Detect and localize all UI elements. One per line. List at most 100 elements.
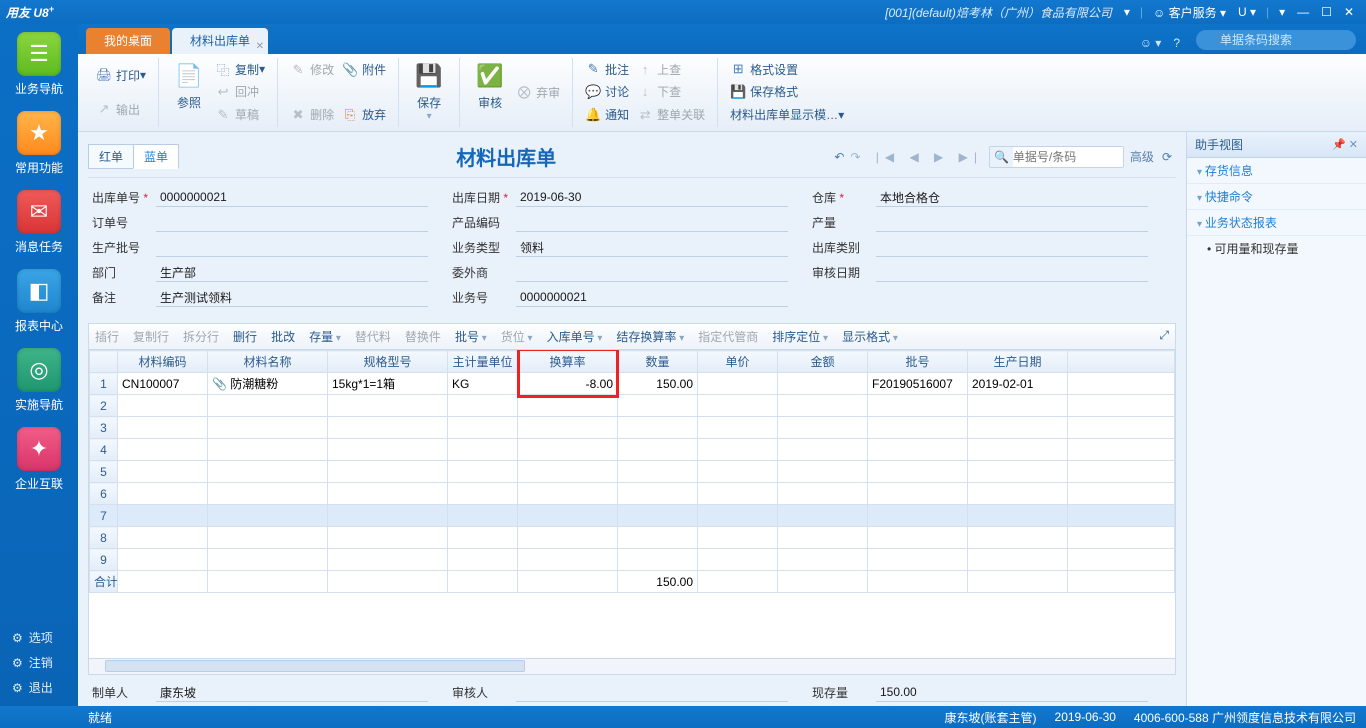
lookup-down-button[interactable]: ↓下查 bbox=[633, 81, 709, 102]
table-row[interactable]: 2 bbox=[90, 395, 1175, 417]
options-link[interactable]: 选项 bbox=[0, 625, 78, 650]
table-row[interactable]: 5 bbox=[90, 461, 1175, 483]
red-tab[interactable]: 红单 bbox=[88, 144, 134, 169]
draft-button[interactable]: ✎草稿 bbox=[211, 104, 269, 125]
abort-audit-button[interactable]: ⨂弃审 bbox=[512, 82, 564, 103]
tab-material-out[interactable]: 材料出库单✕ bbox=[172, 28, 268, 54]
doc-search-input[interactable] bbox=[1013, 147, 1123, 167]
barcode-search[interactable] bbox=[1196, 30, 1356, 50]
print-button[interactable]: 🖨打印 ▾ bbox=[92, 65, 150, 86]
gb-altmat[interactable]: 替代料 bbox=[355, 328, 391, 345]
fld-wh[interactable] bbox=[876, 188, 1148, 207]
fld-maker[interactable] bbox=[156, 683, 428, 702]
fld-bizno[interactable] bbox=[516, 288, 788, 307]
tab-close-icon[interactable]: ✕ bbox=[256, 34, 264, 60]
fld-docdate[interactable] bbox=[516, 188, 788, 207]
grid[interactable]: 材料编码材料名称规格型号主计量单位换算率数量单价金额批号生产日期 1CN1000… bbox=[88, 349, 1176, 659]
gb-delrow[interactable]: 删行 bbox=[233, 328, 257, 345]
annotate-button[interactable]: ✎批注 bbox=[581, 59, 633, 80]
fld-biztype[interactable] bbox=[516, 238, 788, 257]
edit-button[interactable]: ✎修改 bbox=[286, 59, 338, 80]
fld-outtype[interactable] bbox=[876, 238, 1148, 257]
reverse-button[interactable]: ↩回冲 bbox=[211, 81, 269, 102]
table-row[interactable]: 3 bbox=[90, 417, 1175, 439]
table-row[interactable]: 1CN100007📎 防潮糖粉15kg*1=1箱KG-8.00150.00F20… bbox=[90, 373, 1175, 395]
gb-stock[interactable]: 存量 bbox=[309, 328, 341, 345]
attach-icon[interactable]: 📎 bbox=[212, 377, 227, 391]
discuss-button[interactable]: 💬讨论 bbox=[581, 81, 633, 102]
gb-sort[interactable]: 排序定位 bbox=[772, 328, 828, 345]
output-button[interactable]: ↗输出 bbox=[92, 99, 150, 120]
nav-buttons[interactable]: ↶↷ |◀ ◀ ▶ ▶| bbox=[834, 150, 983, 164]
logout-link[interactable]: 注销 bbox=[0, 650, 78, 675]
refresh-icon[interactable]: ⟳ bbox=[1158, 150, 1176, 164]
smile-icon[interactable]: ☺ ▾ bbox=[1140, 36, 1162, 50]
lookup-up-button[interactable]: ↑上查 bbox=[633, 59, 709, 80]
fld-qty[interactable] bbox=[876, 213, 1148, 232]
help-icon[interactable]: ? bbox=[1173, 36, 1180, 50]
save-format-button[interactable]: 💾保存格式 bbox=[726, 81, 848, 102]
abandon-button[interactable]: ⎘放弃 bbox=[338, 104, 390, 125]
pin-icon[interactable]: 📌 ✕ bbox=[1332, 138, 1358, 151]
gb-copyrow[interactable]: 复制行 bbox=[133, 328, 169, 345]
assist-item-avail[interactable]: • 可用量和现存量 bbox=[1187, 236, 1366, 261]
fld-docno[interactable] bbox=[156, 188, 428, 207]
link-rel-button[interactable]: ⇄整单关联 bbox=[633, 104, 709, 125]
notify-button[interactable]: 🔔通知 bbox=[581, 104, 633, 125]
close-icon[interactable]: ✕ bbox=[1338, 5, 1360, 19]
format-button[interactable]: ⊞格式设置 bbox=[726, 59, 848, 80]
customer-service[interactable]: ☺ 客户服务 ▾ bbox=[1147, 4, 1232, 21]
nav-impl[interactable]: ◎实施导航 bbox=[0, 340, 78, 419]
table-row[interactable]: 7 bbox=[90, 505, 1175, 527]
reference-button[interactable]: 📄参照 bbox=[167, 58, 211, 113]
gb-batchno[interactable]: 批号 bbox=[455, 328, 487, 345]
attach-button[interactable]: 📎附件 bbox=[338, 59, 390, 80]
gb-insert[interactable]: 插行 bbox=[95, 328, 119, 345]
nav-reports[interactable]: ◧报表中心 bbox=[0, 261, 78, 340]
display-template[interactable]: 材料出库单显示模… ▾ bbox=[726, 104, 848, 125]
gb-convrate[interactable]: 结存换算率 bbox=[616, 328, 684, 345]
table-row[interactable]: 8 bbox=[90, 527, 1175, 549]
fld-stock[interactable] bbox=[876, 683, 1148, 702]
u-menu[interactable]: U ▾ bbox=[1232, 5, 1262, 19]
company-dropdown[interactable]: ▾ bbox=[1118, 5, 1136, 19]
more-menu[interactable]: ▾ bbox=[1273, 5, 1291, 19]
h-scrollbar[interactable] bbox=[88, 659, 1176, 675]
fld-order[interactable] bbox=[156, 213, 428, 232]
fld-auditor[interactable] bbox=[516, 683, 788, 702]
fld-outsource[interactable] bbox=[516, 263, 788, 282]
save-button[interactable]: 💾保存▾ bbox=[407, 58, 451, 124]
fld-memo[interactable] bbox=[156, 288, 428, 307]
nav-business[interactable]: ☰业务导航 bbox=[0, 24, 78, 103]
copy-button[interactable]: ⿻复制 ▾ bbox=[211, 59, 269, 80]
table-row[interactable]: 9 bbox=[90, 549, 1175, 571]
fld-dept[interactable] bbox=[156, 263, 428, 282]
gb-inno[interactable]: 入库单号 bbox=[547, 328, 603, 345]
nav-messages[interactable]: ✉消息任务 bbox=[0, 182, 78, 261]
barcode-search-input[interactable] bbox=[1196, 30, 1356, 50]
gb-split[interactable]: 拆分行 bbox=[183, 328, 219, 345]
maximize-icon[interactable]: ☐ bbox=[1315, 5, 1338, 19]
assist-sec-quick[interactable]: 快捷命令 bbox=[1187, 184, 1366, 210]
table-row[interactable]: 4 bbox=[90, 439, 1175, 461]
gb-expand-icon[interactable]: ⤢ bbox=[1159, 328, 1169, 345]
audit-button[interactable]: ✅审核 bbox=[468, 58, 512, 113]
delete-button[interactable]: ✖删除 bbox=[286, 104, 338, 125]
fld-auditdate[interactable] bbox=[876, 263, 1148, 282]
fld-prodcode[interactable] bbox=[516, 213, 788, 232]
gb-dispfmt[interactable]: 显示格式 bbox=[842, 328, 898, 345]
gb-replace[interactable]: 替换件 bbox=[405, 328, 441, 345]
assist-sec-inventory[interactable]: 存货信息 bbox=[1187, 158, 1366, 184]
nav-favorites[interactable]: ★常用功能 bbox=[0, 103, 78, 182]
advanced-link[interactable]: 高级 bbox=[1130, 148, 1154, 165]
tab-desktop[interactable]: 我的桌面 bbox=[86, 28, 170, 54]
blue-tab[interactable]: 蓝单 bbox=[133, 144, 179, 169]
search-icon[interactable]: 🔍 bbox=[990, 150, 1013, 164]
gb-batchedit[interactable]: 批改 bbox=[271, 328, 295, 345]
gb-loc[interactable]: 货位 bbox=[501, 328, 533, 345]
assist-sec-report[interactable]: 业务状态报表 bbox=[1187, 210, 1366, 236]
exit-link[interactable]: 退出 bbox=[0, 675, 78, 700]
minimize-icon[interactable]: — bbox=[1291, 5, 1315, 19]
fld-batch[interactable] bbox=[156, 238, 428, 257]
gb-agent[interactable]: 指定代管商 bbox=[698, 328, 758, 345]
